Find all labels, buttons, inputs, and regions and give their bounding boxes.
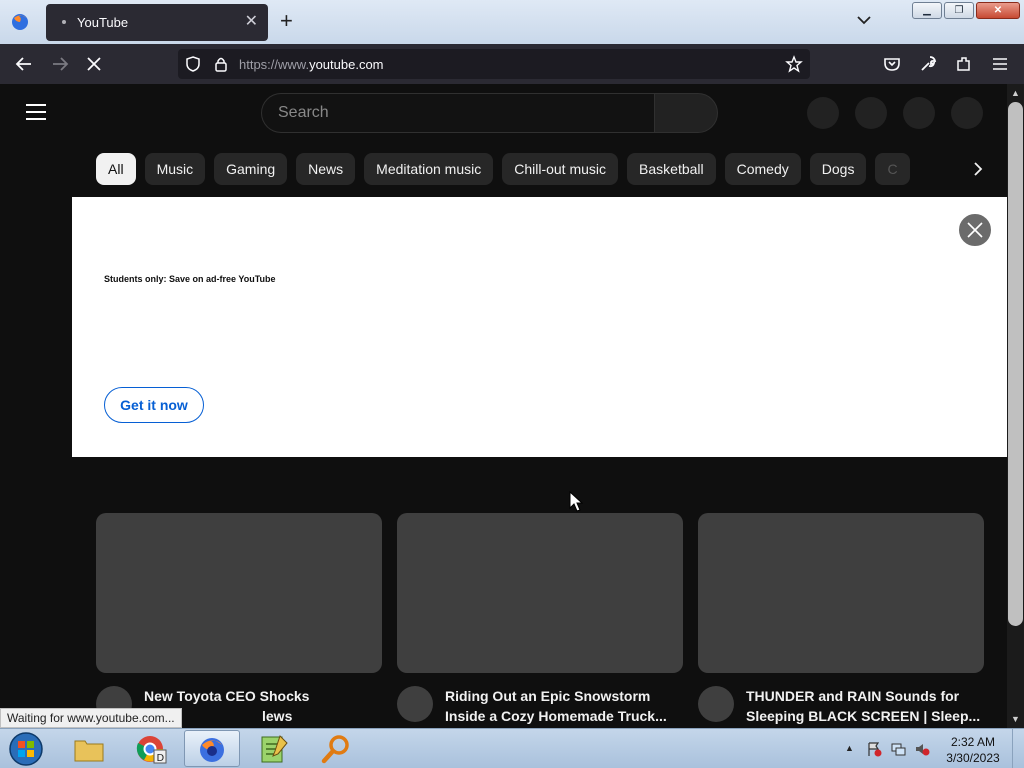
avatar[interactable] [951, 97, 983, 129]
window-controls: ▁ ❐ ✕ [912, 2, 1020, 19]
chevron-down-icon[interactable] [855, 13, 873, 27]
chip-partial[interactable]: C [875, 153, 910, 185]
status-bar: Waiting for www.youtube.com... [0, 708, 182, 728]
tab-youtube[interactable]: YouTube ✕ [46, 4, 268, 41]
scroll-up-icon[interactable]: ▲ [1007, 85, 1024, 101]
show-desktop-button[interactable] [1012, 729, 1024, 768]
url-text: https://www.youtube.com [239, 57, 384, 72]
extensions-icon[interactable] [954, 54, 974, 74]
chrome-icon: D [136, 736, 167, 764]
chip-news[interactable]: News [296, 153, 356, 185]
window-close-button[interactable]: ✕ [976, 2, 1020, 19]
firefox-icon [200, 738, 224, 762]
taskbar: D ▲ 2:32 AM 3/30/2023 [0, 728, 1024, 768]
firefox-icon[interactable] [10, 12, 30, 32]
page-scrollbar[interactable]: ▲ ▼ [1007, 84, 1024, 728]
taskbar-notepad-plus[interactable] [246, 730, 302, 767]
channel-avatar[interactable] [397, 686, 433, 722]
chip-meditation-music[interactable]: Meditation music [364, 153, 494, 185]
tab-title: YouTube [77, 15, 129, 30]
chip-all[interactable]: All [96, 153, 136, 185]
url-bar[interactable]: https://www.youtube.com [178, 49, 810, 79]
forward-icon[interactable] [50, 54, 70, 74]
video-title[interactable]: Riding Out an Epic Snowstorm Inside a Co… [445, 686, 677, 726]
svg-text:D: D [157, 753, 165, 764]
taskbar-chrome[interactable]: D [123, 730, 179, 767]
magnifier-icon [321, 735, 349, 764]
video-thumbnail[interactable] [96, 513, 382, 673]
scroll-down-icon[interactable]: ▼ [1007, 711, 1024, 727]
video-title-line1: New Toyota CEO Shocks [144, 688, 310, 704]
chip-comedy[interactable]: Comedy [724, 153, 801, 185]
action-center-flag-icon[interactable] [866, 741, 882, 757]
create-button[interactable] [855, 97, 887, 129]
chip-music[interactable]: Music [144, 153, 206, 185]
shield-icon[interactable] [184, 55, 202, 73]
chip-chill-out-music[interactable]: Chill-out music [502, 153, 619, 185]
notifications-button[interactable] [903, 97, 935, 129]
video-thumbnail[interactable] [397, 513, 683, 673]
chevron-right-icon[interactable] [962, 153, 994, 185]
network-icon[interactable] [890, 741, 906, 757]
restore-button[interactable]: ❐ [944, 2, 974, 19]
stop-loading-icon[interactable] [84, 54, 104, 74]
chip-bar: All Music Gaming News Meditation music Chill-… [96, 153, 922, 185]
search-button[interactable] [654, 93, 718, 133]
video-thumbnail[interactable] [698, 513, 984, 673]
search-input[interactable] [278, 104, 638, 122]
pocket-icon[interactable] [882, 54, 902, 74]
clock-date: 3/30/2023 [946, 751, 1000, 765]
search-box [261, 93, 655, 133]
youtube-page: AllMusicGamingNewsMeditation musicChill-… [0, 84, 1007, 728]
url-domain: youtube.com [309, 57, 384, 72]
voice-search-button[interactable] [807, 97, 839, 129]
wrench-icon[interactable] [918, 54, 938, 74]
back-icon[interactable] [14, 54, 34, 74]
promo-banner: Students only: Save on ad-free YouTube G… [72, 197, 1007, 457]
browser-tabstrip: YouTube ✕ + ▁ ❐ ✕ [0, 0, 1024, 44]
new-tab-icon[interactable]: + [280, 10, 293, 32]
screen: YouTube ✕ + ▁ ❐ ✕ https://www.youtube.co… [0, 0, 1024, 768]
video-title[interactable]: THUNDER and RAIN Sounds for Sleeping BLA… [746, 686, 982, 726]
bookmark-star-icon[interactable] [785, 55, 803, 73]
browser-navbar: https://www.youtube.com [0, 44, 1024, 84]
mouse-cursor-icon [569, 491, 583, 512]
channel-avatar[interactable] [698, 686, 734, 722]
guide-menu-icon[interactable] [26, 104, 46, 120]
volume-muted-icon[interactable] [914, 741, 930, 757]
minimize-button[interactable]: ▁ [912, 2, 942, 19]
dismiss-banner-button[interactable] [957, 212, 993, 248]
taskbar-firefox[interactable] [184, 730, 240, 767]
tab-loading-dot [62, 20, 66, 24]
notepad-icon [261, 735, 288, 763]
chip-dogs[interactable]: Dogs [809, 153, 867, 185]
url-prefix: https://www. [239, 57, 310, 72]
folder-icon [74, 740, 104, 762]
lock-icon[interactable] [212, 55, 230, 73]
clock-time: 2:32 AM [950, 735, 996, 749]
chip-gaming[interactable]: Gaming [214, 153, 288, 185]
scrollbar-thumb[interactable] [1008, 102, 1023, 626]
close-icon [967, 222, 983, 238]
close-tab-icon[interactable]: ✕ [245, 12, 258, 32]
taskbar-explorer[interactable] [61, 730, 117, 767]
show-hidden-icons[interactable]: ▲ [845, 743, 854, 753]
taskbar-search-tool[interactable] [308, 730, 364, 767]
banner-headline: Students only: Save on ad-free YouTube [104, 274, 276, 284]
windows-start-icon[interactable] [6, 731, 46, 767]
system-clock[interactable]: 2:32 AM 3/30/2023 [940, 734, 1006, 766]
chip-basketball[interactable]: Basketball [627, 153, 716, 185]
menu-icon[interactable] [990, 54, 1010, 74]
get-it-now-button[interactable]: Get it now [104, 387, 204, 423]
